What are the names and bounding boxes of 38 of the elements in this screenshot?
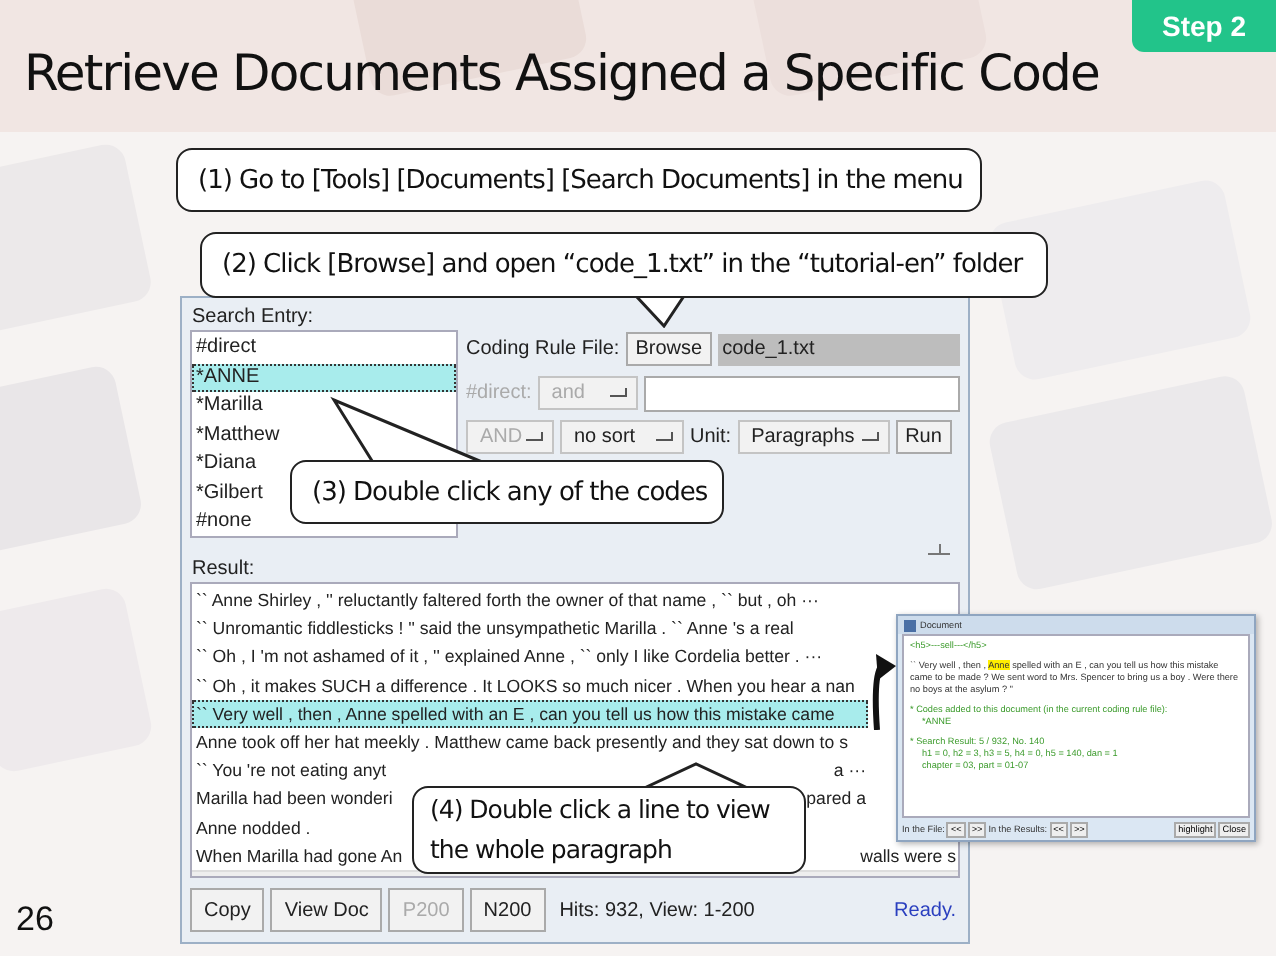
code-item[interactable]: *Matthew (192, 421, 284, 450)
result-row[interactable]: `` Oh , it makes SUCH a difference . It LOOKS so much nicer . When you hear a nan (192, 671, 868, 700)
result-row[interactable]: `` Unromantic fiddlesticks ! '' said the unsympathetic Marilla . `` Anne 's a real (192, 614, 868, 643)
toolbar-button[interactable]: View Doc (270, 888, 383, 932)
field-label: Coding Rule File: (466, 338, 620, 360)
browse-button[interactable]: Browse (625, 332, 713, 366)
result-text[interactable]: a ··· (833, 756, 868, 785)
code-item[interactable]: *Marilla (192, 392, 267, 421)
result-text[interactable]: `` You 're not eating anyt (196, 756, 387, 785)
result-row[interactable]: `` Very well , then , Anne spelled with an E , can you tell us how this mistake came (192, 699, 868, 728)
result-row[interactable]: `` Oh , I 'm not ashamed of it , '' explained Anne , `` only I like Cordelia better . ··· (192, 642, 868, 672)
file-field[interactable]: code_1.txt (718, 333, 960, 365)
code-item[interactable]: #direct (192, 334, 261, 363)
toolbar-button[interactable]: N200 (469, 888, 546, 932)
slide-title: Retrieve Documents Assigned a Specific Code (24, 44, 1099, 102)
step-badge: Step 2 (1132, 0, 1276, 52)
result-text[interactable]: When Marilla had gone An (196, 841, 403, 870)
code-item[interactable]: *Diana (192, 450, 261, 479)
unit-dropdown[interactable]: Paragraphs (737, 420, 890, 454)
result-text[interactable]: pared a (806, 784, 868, 813)
result-row[interactable]: `` Anne Shirley , '' reluctantly faltered forth the owner of that name , `` but , oh ··· (192, 586, 958, 615)
field-label: Unit: (690, 426, 732, 448)
page-number: 26 (16, 900, 54, 940)
sort-dropdown[interactable]: no sort (560, 420, 684, 454)
status-text: Ready. (894, 899, 956, 921)
code-item[interactable]: *Gilbert (192, 479, 267, 508)
result-text[interactable]: Marilla had been wonderi (196, 784, 393, 813)
code-item[interactable]: #none (192, 508, 256, 537)
run-button[interactable]: Run (895, 420, 952, 454)
section-label: Search Entry: (192, 304, 314, 330)
instruction-tooltip: (1) Go to [Tools] [Documents] [Search Documents] in the menu (176, 148, 982, 212)
section-label: Result: (192, 556, 255, 582)
result-text[interactable]: walls were s (860, 841, 958, 870)
toolbar-button[interactable]: Copy (190, 888, 265, 932)
result-row[interactable]: Anne took off her hat meekly . Matthew came back presently and they sat down to s (192, 727, 868, 757)
hits-text: Hits: 932, View: 1-200 (559, 899, 755, 921)
field-label: #direct: (466, 382, 532, 404)
code-item[interactable]: *ANNE (192, 363, 456, 392)
